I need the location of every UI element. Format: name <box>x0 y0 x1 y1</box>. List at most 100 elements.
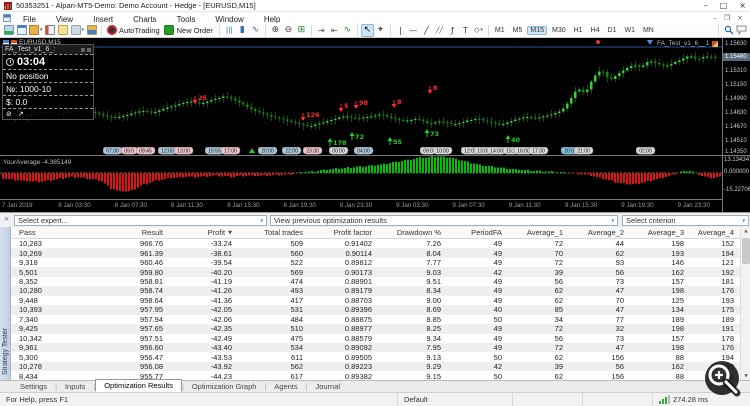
zoom-in-icon[interactable]: ⊕ <box>269 24 282 37</box>
column-header-periodfa[interactable]: PeriodFA <box>447 227 508 238</box>
table-row[interactable]: 9,361 956.60 -43.40 534 0.89092 7.95 49 72 47 198… <box>11 342 740 353</box>
market-watch-icon[interactable] <box>44 24 57 37</box>
tab-inputs[interactable]: Inputs <box>57 381 93 392</box>
timeframe-m1[interactable]: M1 <box>492 26 508 35</box>
mdi-close-icon[interactable]: × <box>737 14 743 22</box>
search-icon[interactable] <box>722 24 735 37</box>
mdi-minimize-icon[interactable]: – <box>713 14 717 22</box>
price-scale[interactable]: 1.15480 1.15630 1.15310 1.15150 1.14990 1.14… <box>722 38 750 212</box>
horizontal-line-icon[interactable]: — <box>407 24 420 37</box>
timeframe-h1[interactable]: H1 <box>571 26 586 35</box>
indicators-icon[interactable]: ∿ <box>341 24 354 37</box>
new-order-label[interactable]: New Order <box>177 26 213 35</box>
new-order-icon[interactable] <box>163 24 176 37</box>
table-row[interactable]: 10,342 957.51 -42.49 475 0.88579 9.34 49 56 73 15… <box>11 334 740 343</box>
candles-chart-icon[interactable]: ▮ <box>236 24 249 37</box>
tab-optimization-graph[interactable]: Optimization Graph <box>184 381 265 392</box>
new-chart-icon[interactable] <box>2 24 15 37</box>
line-chart-icon[interactable]: ∿ <box>249 24 262 37</box>
draw-icon[interactable]: ↗ <box>18 110 24 118</box>
chart-shift-icon[interactable]: ⇤ <box>328 24 341 37</box>
cell: 146 <box>671 258 684 268</box>
timeframe-d1[interactable]: D1 <box>605 26 620 35</box>
timeframe-m15[interactable]: M15 <box>527 25 547 35</box>
table-header-row[interactable]: Pass Result Profit ▼ Total trades Profit fact… <box>11 227 740 239</box>
time-axis[interactable]: 7 Jan 2019 8 Jan 03:30 8 Jan 07:30 8 Jan 11… <box>0 199 722 212</box>
timeframe-m5[interactable]: M5 <box>510 26 526 35</box>
fibonacci-icon[interactable]: ƒ <box>446 24 459 37</box>
terminal-icon[interactable] <box>85 24 98 37</box>
table-row[interactable]: 10,283 966.76 -33.24 509 0.91402 7.26 49 72 44 19… <box>11 239 740 248</box>
scroll-thumb[interactable] <box>742 238 750 264</box>
column-header-total-trades[interactable]: Total trades <box>238 227 309 238</box>
table-row[interactable]: 9,318 960.46 -39.54 522 0.89812 7.77 49 72 93 146… <box>11 258 740 267</box>
table-row[interactable]: 10,280 958.74 -41.26 493 0.89179 8.34 49 62 47 19… <box>11 286 740 296</box>
close-icon[interactable]: × <box>739 1 746 10</box>
column-header-drawdown-[interactable]: Drawdown % <box>378 227 447 238</box>
bars-chart-icon[interactable]: ||| <box>223 24 236 37</box>
chat-icon[interactable] <box>735 24 748 37</box>
crosshair-icon[interactable]: ⌖ <box>374 24 387 37</box>
column-header-average-3[interactable]: Average_3 <box>630 227 690 238</box>
column-header-profit[interactable]: Profit ▼ <box>169 227 238 238</box>
column-header-pass[interactable]: Pass <box>11 227 100 238</box>
table-row[interactable]: 9,448 958.64 -41.36 417 0.88703 9.00 49 62 70 125… <box>11 296 740 305</box>
expert-select[interactable]: Select expert... ▾ <box>14 215 267 226</box>
cell: 0.89812 <box>344 258 372 268</box>
autotrading-icon[interactable] <box>105 24 118 37</box>
vertical-line-icon[interactable]: | <box>394 24 407 37</box>
table-row[interactable]: 8,352 958.81 -41.19 474 0.88901 9.51 49 56 73 157… <box>11 277 740 286</box>
cell: 417 <box>290 295 303 305</box>
panel-mini-icon[interactable] <box>81 47 85 52</box>
chart-area[interactable]: 25 126 5 98 8 8 178 72 55 73 40 07:30 09:0 09:45 12:00… <box>0 38 750 212</box>
navigator-dropdown-icon[interactable]: ▾ <box>70 24 86 37</box>
text-icon[interactable]: T <box>459 24 472 37</box>
tab-optimization-results[interactable]: Optimization Results <box>95 379 182 392</box>
column-header-average-1[interactable]: Average_1 <box>508 227 569 238</box>
trendline-icon[interactable]: ╱ <box>420 24 433 37</box>
column-header-profit-factor[interactable]: Profit factor <box>309 227 378 238</box>
profiles-dropdown-icon[interactable]: ▾ <box>28 24 44 37</box>
tile-windows-icon[interactable] <box>15 24 28 37</box>
table-row[interactable]: 10,393 957.95 -42.05 531 0.89396 8.69 40 85 47 13… <box>11 305 740 315</box>
table-row[interactable]: 5,300 956.47 -43.53 611 0.89505 9.13 50 62 156 88… <box>11 352 740 362</box>
mdi-restore-icon[interactable]: ❐ <box>724 14 730 22</box>
zoom-overlay-button[interactable] <box>700 356 748 404</box>
column-header-result[interactable]: Result <box>100 227 169 238</box>
tab-journal[interactable]: Journal <box>307 381 348 392</box>
tester-close-icon[interactable]: × <box>2 215 11 224</box>
mt5-window: 50353251 - Alpari-MT5-Demo: Demo Account… <box>0 0 750 406</box>
strategy-tester-strip[interactable]: Strategy Tester <box>0 227 11 381</box>
view-results-select[interactable]: View previous optimization results ▾ <box>270 215 618 226</box>
cursor-icon[interactable]: ↖ <box>360 23 374 37</box>
cell: 42 <box>493 267 502 277</box>
table-row[interactable]: 10,278 956.08 -43.92 562 0.89223 9.29 42 39 56 16… <box>11 361 740 372</box>
table-row[interactable]: 9,425 957.65 -42.35 510 0.88977 8.25 49 72 32 198… <box>11 324 740 334</box>
tile-grid-icon[interactable]: ⊞ <box>295 24 308 37</box>
data-window-icon[interactable] <box>57 24 70 37</box>
cell: 77 <box>615 314 624 324</box>
timeframe-m30[interactable]: M30 <box>549 26 569 35</box>
column-header-average-4[interactable]: Average_4 <box>690 227 740 238</box>
timeframe-mn[interactable]: MN <box>640 26 657 35</box>
panel-mini-icon2[interactable] <box>87 47 91 52</box>
tab-agents[interactable]: Agents <box>266 381 305 392</box>
column-header-average-2[interactable]: Average_2 <box>569 227 630 238</box>
autoscroll-icon[interactable]: ⇥ <box>315 24 328 37</box>
zoom-out-icon[interactable]: ⊖ <box>282 24 295 37</box>
autotrading-label[interactable]: AutoTrading <box>119 26 160 35</box>
shapes-dropdown-icon[interactable]: ◇ ▾ <box>472 24 485 37</box>
timeframe-h4[interactable]: H4 <box>588 26 603 35</box>
scroll-up-icon[interactable]: ▲ <box>741 227 750 236</box>
tab-settings[interactable]: Settings <box>12 381 55 392</box>
table-row[interactable]: 7,340 957.94 -42.06 484 0.88875 8.85 50 34 77 189… <box>11 315 740 324</box>
minimize-icon[interactable]: – <box>704 1 708 10</box>
status-profile[interactable]: Default <box>397 393 512 406</box>
disable-icon[interactable]: ⊘ <box>6 110 12 118</box>
channel-icon[interactable]: ╱╱ <box>433 24 446 37</box>
criterion-select[interactable]: Select criterion ▾ <box>622 215 749 226</box>
timeframe-w1[interactable]: W1 <box>621 26 638 35</box>
table-row[interactable]: 5,501 959.80 -40.20 569 0.90173 9.03 42 39 56 162… <box>11 267 740 277</box>
maximize-icon[interactable]: □ <box>720 1 728 10</box>
table-row[interactable]: 10,269 961.39 -38.61 560 0.90114 8.04 49 70 62 19… <box>11 248 740 258</box>
